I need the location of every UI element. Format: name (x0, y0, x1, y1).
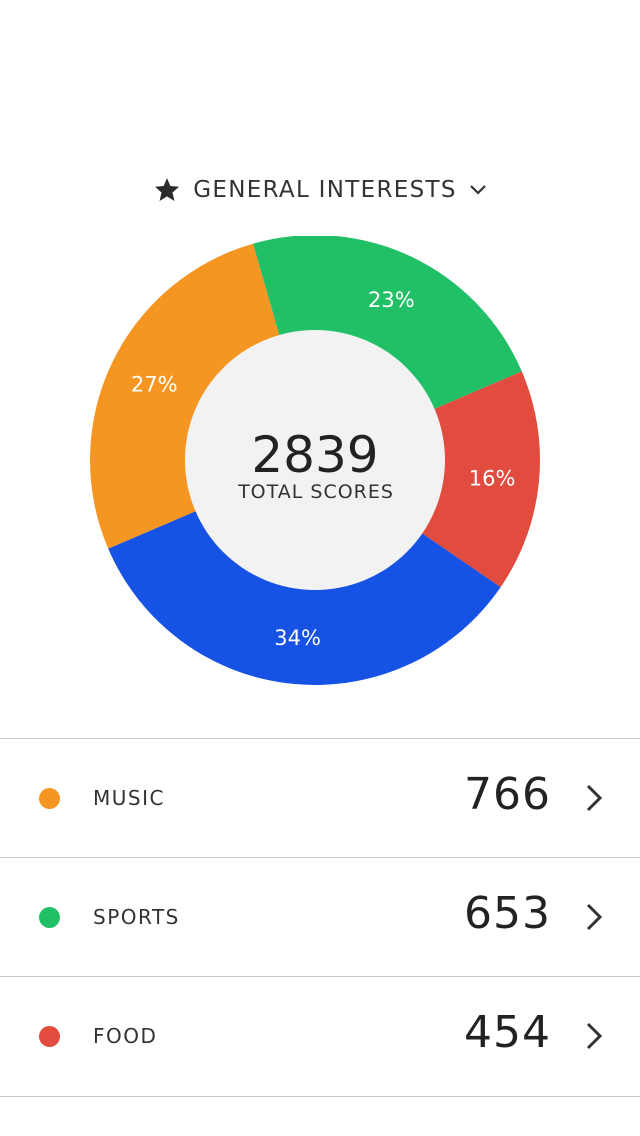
category-title: GENERAL INTERESTS (193, 177, 457, 203)
total-score-label: TOTAL SCORES (237, 481, 394, 503)
chevron-right-icon (586, 784, 603, 812)
chevron-down-icon (469, 185, 486, 195)
star-icon (155, 178, 180, 201)
color-dot (39, 907, 60, 928)
list-item-label: SPORTS (93, 905, 180, 929)
slice-percent-label: 27% (131, 373, 178, 397)
slice-percent-label: 23% (368, 288, 415, 312)
color-dot (39, 1026, 60, 1047)
list-item-value: 454 (464, 1007, 551, 1058)
slice-percent-label: 34% (274, 626, 321, 650)
total-score-value: 2839 (251, 426, 378, 484)
color-dot (39, 788, 60, 809)
list-item-value: 766 (464, 769, 551, 820)
list-item-label: FOOD (93, 1024, 158, 1048)
list-item-music[interactable]: MUSIC 766 (0, 738, 640, 857)
donut-chart: 23% 16% 34% 27% 2839 TOTAL SCORES (0, 236, 640, 700)
slice-percent-label: 16% (469, 466, 516, 490)
chevron-right-icon (586, 903, 603, 931)
category-dropdown[interactable]: GENERAL INTERESTS (0, 168, 640, 212)
chevron-right-icon (586, 1022, 603, 1050)
list-item-sports[interactable]: SPORTS 653 (0, 857, 640, 976)
list-item-food[interactable]: FOOD 454 (0, 976, 640, 1097)
list-item-value: 653 (464, 888, 551, 939)
list-item-label: MUSIC (93, 786, 165, 810)
interest-list: MUSIC 766 SPORTS 653 FOOD 454 (0, 738, 640, 1097)
